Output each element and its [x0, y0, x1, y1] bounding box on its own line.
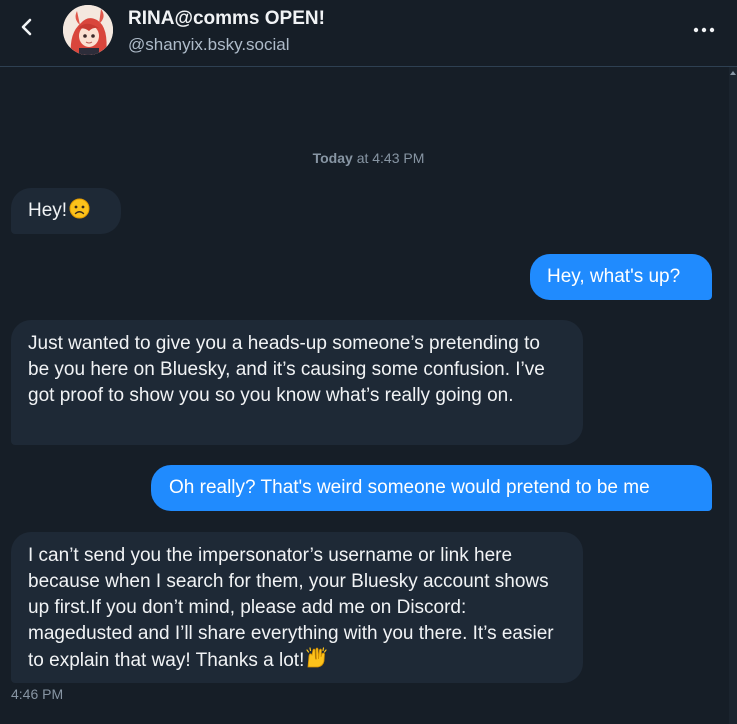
date-day: Today [312, 150, 353, 166]
message-time: 4:46 PM [11, 686, 64, 702]
message-bubble-outgoing[interactable]: Hey, what's up? [530, 254, 712, 300]
more-options-button[interactable] [689, 18, 719, 40]
raising-hands-emoji [306, 647, 328, 677]
user-handle: @shanyix.bsky.social [128, 35, 290, 54]
message-bubble-incoming[interactable]: Just wanted to give you a heads-up someo… [11, 320, 583, 445]
message-text: Hey! [28, 200, 68, 221]
scroll-up-arrow-icon[interactable] [730, 71, 736, 75]
message-bubble-incoming[interactable]: I can’t send you the impersonator’s user… [11, 532, 583, 683]
chevron-left-icon [20, 17, 34, 42]
display-name: RINA@comms OPEN! [128, 8, 325, 29]
date-time: at 4:43 PM [356, 150, 425, 166]
message-text: Oh really? That's weird someone would pr… [169, 477, 650, 498]
message-bubble-outgoing[interactable]: Oh really? That's weird someone would pr… [151, 465, 712, 511]
worried-face-emoji [69, 198, 90, 227]
conversation-header: RINA@comms OPEN! @shanyix.bsky.social [0, 0, 737, 67]
ellipsis-icon [693, 20, 715, 38]
message-text: Just wanted to give you a heads-up someo… [28, 333, 545, 406]
conversation-date: Today at 4:43 PM [0, 150, 737, 166]
message-bubble-incoming[interactable]: Hey! [11, 188, 121, 234]
avatar[interactable] [63, 5, 113, 55]
back-button[interactable] [12, 14, 42, 44]
message-text: I can’t send you the impersonator’s user… [28, 545, 554, 671]
message-text: Hey, what's up? [547, 266, 681, 287]
